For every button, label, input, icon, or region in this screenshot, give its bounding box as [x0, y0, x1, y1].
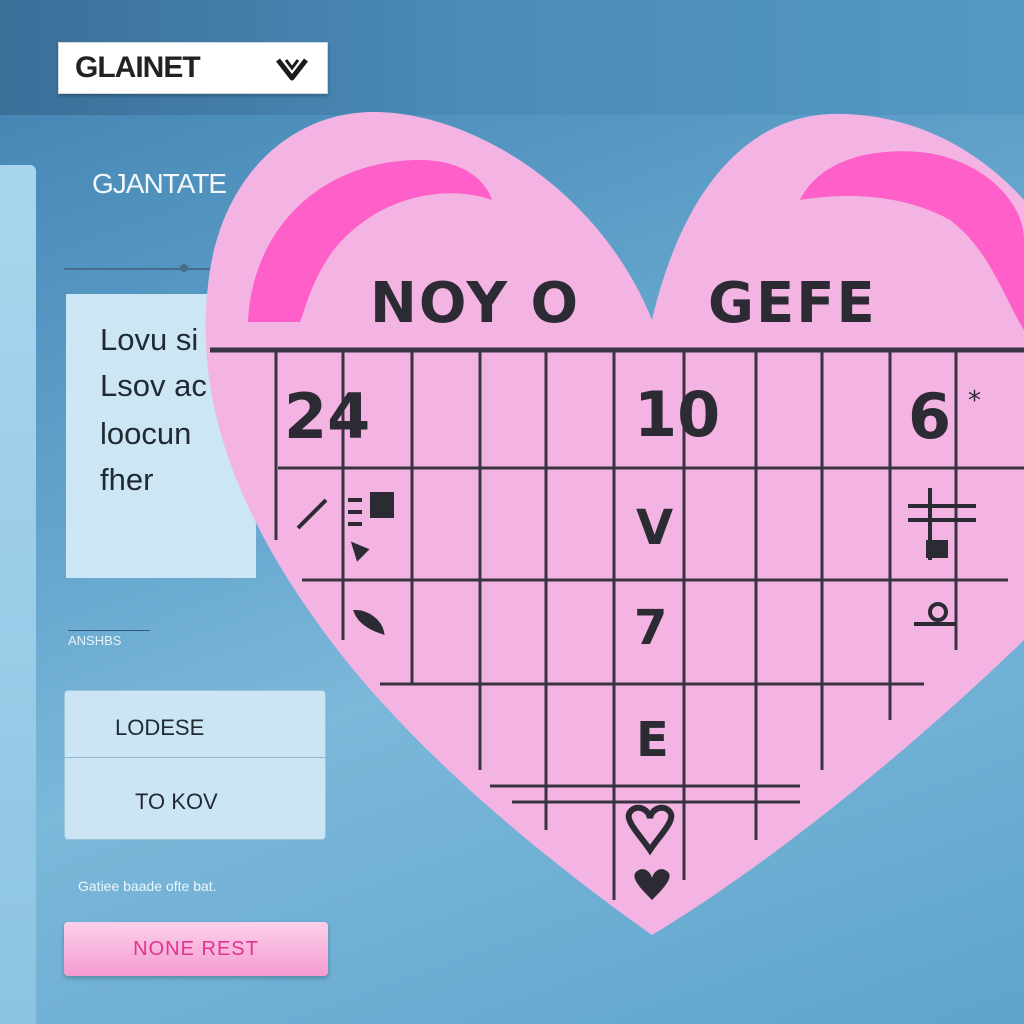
calendar-day-cell[interactable]: 10 [634, 384, 720, 446]
calendar-header-left: NOY O [370, 271, 581, 336]
calendar-day-cell[interactable]: 24 [284, 386, 370, 448]
calendar-day-cell[interactable]: 7 [634, 604, 667, 652]
calendar-day-cell[interactable]: 6 [908, 386, 951, 448]
cell-mark [926, 540, 948, 558]
calendar-header-right: GEFE [708, 271, 877, 336]
calendar-day-cell[interactable]: V [636, 504, 673, 552]
star-icon: * [968, 386, 981, 416]
heart-calendar [205, 111, 1024, 935]
calendar-day-cell[interactable]: E [636, 716, 669, 764]
cell-mark [370, 492, 394, 518]
